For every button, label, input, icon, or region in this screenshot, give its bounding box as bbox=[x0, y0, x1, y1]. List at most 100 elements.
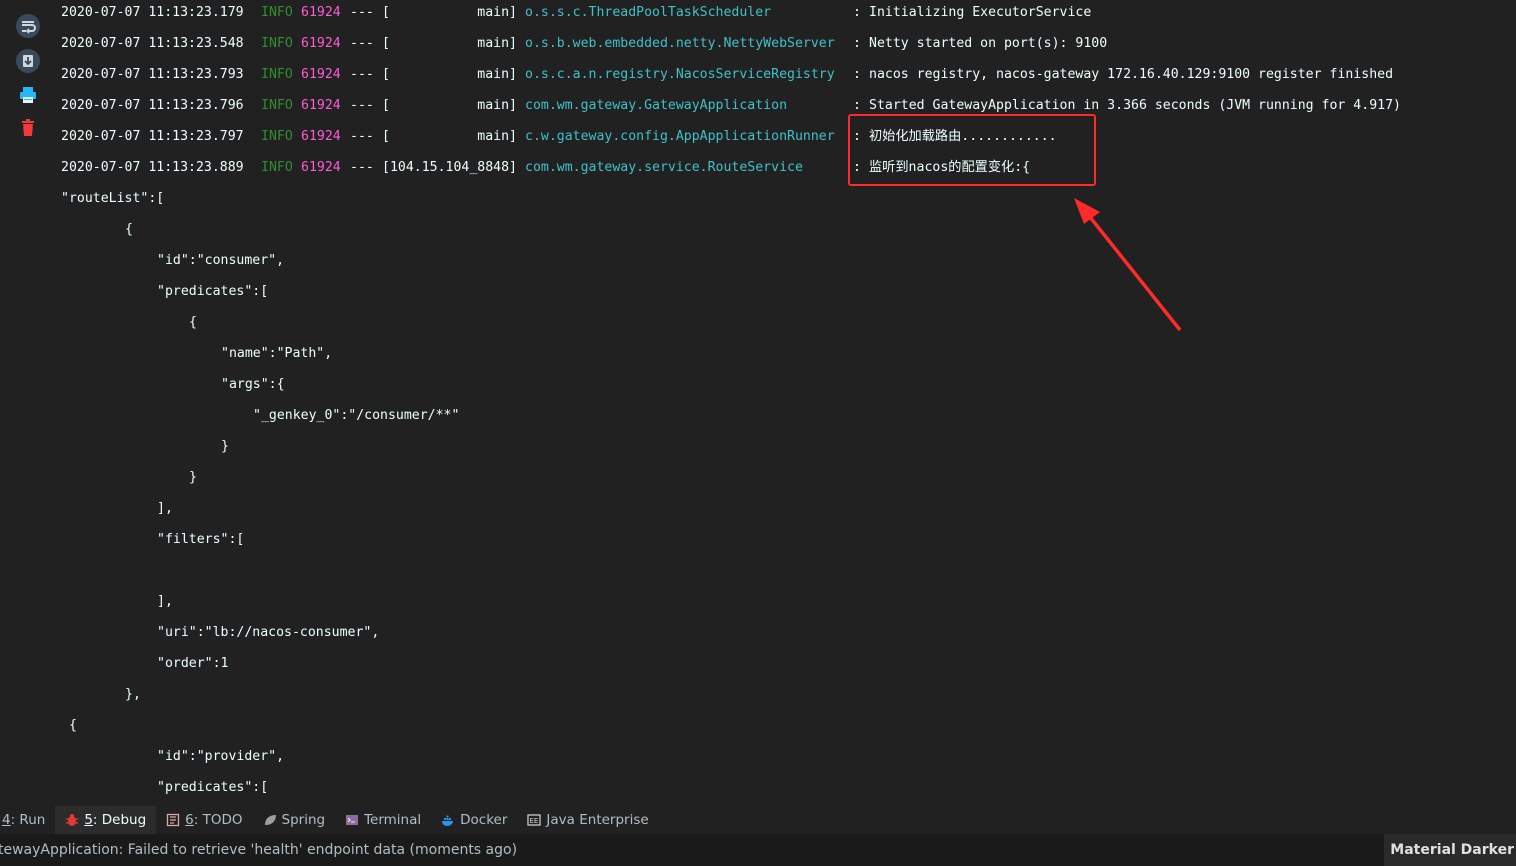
log-thread: [ main] bbox=[382, 36, 517, 51]
json-line: ], bbox=[157, 501, 173, 516]
log-pid: 61924 bbox=[301, 98, 341, 113]
log-timestamp: 2020-07-07 11:13:23.796 bbox=[61, 98, 244, 113]
spring-icon bbox=[263, 813, 282, 827]
tool-window-docker[interactable]: Docker bbox=[431, 806, 517, 834]
log-timestamp: 2020-07-07 11:13:23.793 bbox=[61, 67, 244, 82]
log-level: INFO bbox=[261, 129, 293, 144]
json-line: } bbox=[221, 439, 229, 454]
tool-window-terminal[interactable]: Terminal bbox=[335, 806, 431, 834]
json-line: { bbox=[189, 315, 197, 330]
tool-window-label: Terminal bbox=[364, 812, 422, 828]
log-level: INFO bbox=[261, 160, 293, 175]
log-pid: 61924 bbox=[301, 5, 341, 20]
log-separator: --- bbox=[350, 160, 374, 175]
log-pid: 61924 bbox=[301, 160, 341, 175]
log-timestamp: 2020-07-07 11:13:23.889 bbox=[61, 160, 244, 175]
tool-window-spring[interactable]: Spring bbox=[253, 806, 336, 834]
tool-window-label: Spring bbox=[281, 812, 326, 828]
log-line: 2020-07-07 11:13:23.796 INFO 61924 --- [ mai… bbox=[61, 93, 1501, 124]
scroll-to-end-icon[interactable] bbox=[14, 47, 42, 75]
annotation-arrow bbox=[1074, 198, 1182, 332]
tool-window-label: : TODO bbox=[193, 812, 243, 828]
log-pid: 61924 bbox=[301, 67, 341, 82]
log-line: 2020-07-07 11:13:23.793 INFO 61924 --- [ mai… bbox=[61, 62, 1501, 93]
tool-window-number: 4 bbox=[2, 812, 11, 828]
json-line: "filters":[ bbox=[157, 532, 245, 547]
tool-window-label: : Debug bbox=[92, 812, 147, 828]
log-colon: : bbox=[853, 36, 861, 51]
json-line: { bbox=[125, 222, 133, 237]
docker-icon bbox=[441, 813, 460, 827]
json-line: } bbox=[189, 470, 197, 485]
log-level: INFO bbox=[261, 36, 293, 51]
log-thread: [ main] bbox=[382, 129, 517, 144]
log-message: Initializing ExecutorService bbox=[869, 5, 1092, 20]
log-line: 2020-07-07 11:13:23.889 INFO 61924 --- [104.… bbox=[61, 155, 1501, 186]
log-message: nacos registry, nacos-gateway 172.16.40.… bbox=[869, 67, 1394, 82]
tool-window-java-enterprise[interactable]: EE Java Enterprise bbox=[517, 806, 658, 834]
tool-window-number: 6 bbox=[185, 812, 194, 828]
log-logger: o.s.s.c.ThreadPoolTaskScheduler bbox=[525, 5, 772, 20]
log-colon: : bbox=[853, 5, 861, 20]
todo-icon bbox=[166, 813, 185, 827]
theme-label[interactable]: Material Darker bbox=[1384, 834, 1516, 866]
console-output[interactable]: 2020-07-07 11:13:23.179 INFO 61924 --- [ mai… bbox=[61, 0, 1501, 806]
log-logger: com.wm.gateway.GatewayApplication bbox=[525, 98, 788, 113]
log-thread: [104.15.104_8848] bbox=[382, 160, 517, 175]
log-separator: --- bbox=[350, 67, 374, 82]
log-pid: 61924 bbox=[301, 129, 341, 144]
log-line: 2020-07-07 11:13:23.797 INFO 61924 --- [ mai… bbox=[61, 124, 1501, 155]
json-line: "uri":"lb://nacos-consumer", bbox=[157, 625, 380, 640]
log-thread: [ main] bbox=[382, 98, 517, 113]
tool-window-debug[interactable]: 5: Debug bbox=[55, 806, 157, 834]
java-enterprise-icon: EE bbox=[527, 813, 546, 827]
json-line: "predicates":[ bbox=[157, 780, 269, 795]
log-logger: o.s.c.a.n.registry.NacosServiceRegistry bbox=[525, 67, 835, 82]
json-line: "predicates":[ bbox=[157, 284, 269, 299]
print-icon[interactable] bbox=[14, 81, 42, 109]
json-line: { bbox=[69, 718, 77, 733]
log-timestamp: 2020-07-07 11:13:23.179 bbox=[61, 5, 244, 20]
annotation-highlight-box bbox=[848, 114, 1096, 186]
log-separator: --- bbox=[350, 36, 374, 51]
log-logger: o.s.b.web.embedded.netty.NettyWebServer bbox=[525, 36, 835, 51]
json-line: "args":{ bbox=[221, 377, 285, 392]
log-timestamp: 2020-07-07 11:13:23.797 bbox=[61, 129, 244, 144]
log-level: INFO bbox=[261, 98, 293, 113]
log-line: 2020-07-07 11:13:23.548 INFO 61924 --- [ mai… bbox=[61, 31, 1501, 62]
json-line: "order":1 bbox=[157, 656, 229, 671]
soft-wrap-icon[interactable] bbox=[14, 12, 42, 40]
tool-window-number: 5 bbox=[84, 812, 93, 828]
json-line: "routeList":[ bbox=[61, 191, 165, 206]
json-line: ], bbox=[157, 594, 173, 609]
log-thread: [ main] bbox=[382, 5, 517, 20]
log-pid: 61924 bbox=[301, 36, 341, 51]
json-line: "_genkey_0":"/consumer/**" bbox=[253, 408, 460, 423]
log-logger: c.w.gateway.config.AppApplicationRunner bbox=[525, 129, 835, 144]
debug-icon bbox=[65, 813, 84, 827]
tool-window-bar: 4: Run 5: Debug 6: TODO Spring Terminal Docke… bbox=[0, 806, 1516, 834]
log-separator: --- bbox=[350, 129, 374, 144]
json-line: }, bbox=[125, 687, 141, 702]
terminal-icon bbox=[345, 813, 364, 827]
log-level: INFO bbox=[261, 5, 293, 20]
status-bar: tewayApplication: Failed to retrieve 'he… bbox=[0, 834, 1516, 866]
svg-text:EE: EE bbox=[530, 817, 539, 825]
json-line: "name":"Path", bbox=[221, 346, 333, 361]
tool-window-label: : Run bbox=[10, 812, 46, 828]
tool-window-run[interactable]: 4: Run bbox=[0, 806, 55, 834]
log-logger: com.wm.gateway.service.RouteService bbox=[525, 160, 803, 175]
clear-all-icon[interactable] bbox=[14, 114, 42, 142]
tool-window-label: Java Enterprise bbox=[546, 812, 649, 828]
status-message[interactable]: tewayApplication: Failed to retrieve 'he… bbox=[0, 842, 517, 858]
log-colon: : bbox=[853, 67, 861, 82]
tool-window-label: Docker bbox=[460, 812, 508, 828]
json-line: "id":"provider", bbox=[157, 749, 285, 764]
log-separator: --- bbox=[350, 5, 374, 20]
log-thread: [ main] bbox=[382, 67, 517, 82]
log-level: INFO bbox=[261, 67, 293, 82]
console-gutter bbox=[0, 0, 56, 806]
log-message: Netty started on port(s): 9100 bbox=[869, 36, 1108, 51]
log-line: 2020-07-07 11:13:23.179 INFO 61924 --- [ mai… bbox=[61, 0, 1501, 31]
tool-window-todo[interactable]: 6: TODO bbox=[156, 806, 252, 834]
